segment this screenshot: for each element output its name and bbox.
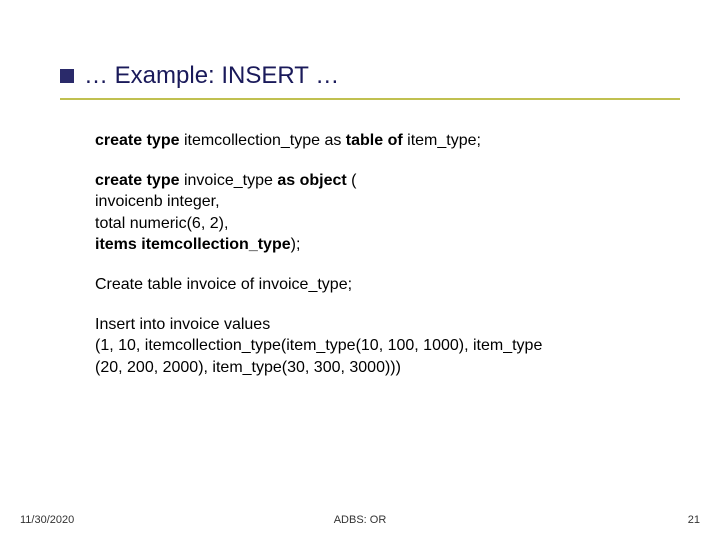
txt: itemcollection_type as: [184, 132, 346, 149]
code-block-1: create type itemcollection_type as table…: [95, 130, 660, 152]
title-underline: [60, 98, 680, 100]
code-line: total numeric(6, 2),: [95, 213, 660, 235]
code-line: create type itemcollection_type as table…: [95, 132, 481, 149]
kw: create type: [95, 132, 184, 149]
code-line: Insert into invoice values: [95, 314, 660, 336]
kw: as object: [277, 172, 351, 189]
txt: );: [291, 236, 301, 253]
footer-date: 11/30/2020: [20, 514, 74, 526]
code-line: items itemcollection_type);: [95, 234, 660, 256]
code-line: Create table invoice of invoice_type;: [95, 274, 660, 296]
slide-content: create type itemcollection_type as table…: [95, 130, 660, 396]
code-line: (1, 10, itemcollection_type(item_type(10…: [95, 335, 660, 357]
code-block-3: Create table invoice of invoice_type;: [95, 274, 660, 296]
footer-center: ADBS: OR: [334, 514, 387, 526]
kw: create type: [95, 172, 184, 189]
txt: item_type;: [407, 132, 481, 149]
txt: (: [351, 172, 356, 189]
kw: items itemcollection_type: [95, 236, 291, 253]
code-block-4: Insert into invoice values (1, 10, itemc…: [95, 314, 660, 379]
code-line: (20, 200, 2000), item_type(30, 300, 3000…: [95, 357, 660, 379]
code-line: invoicenb integer,: [95, 191, 660, 213]
title-bullet-icon: [60, 69, 74, 83]
footer-page-number: 21: [688, 514, 700, 526]
code-line: create type invoice_type as object (: [95, 170, 660, 192]
kw: table of: [346, 132, 407, 149]
slide-title: … Example: INSERT …: [84, 62, 339, 90]
slide-title-row: … Example: INSERT …: [60, 62, 680, 90]
code-block-2: create type invoice_type as object ( inv…: [95, 170, 660, 256]
txt: invoice_type: [184, 172, 277, 189]
